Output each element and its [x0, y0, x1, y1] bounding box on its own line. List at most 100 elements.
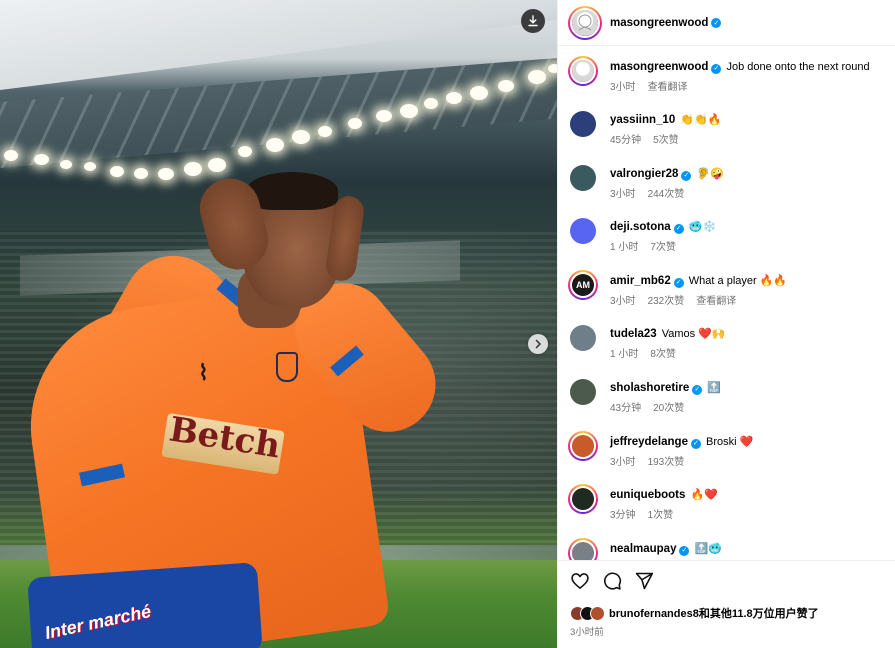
comment-likes-count[interactable]: 1次赞 [648, 510, 674, 521]
comment-likes-count[interactable]: 244次赞 [648, 189, 685, 200]
download-button[interactable] [521, 9, 545, 33]
see-translation-link[interactable]: 查看翻译 [696, 296, 736, 307]
stadium-light [110, 166, 124, 177]
comment-likes-count[interactable]: 193次赞 [648, 457, 685, 468]
stadium-light [498, 80, 514, 92]
next-photo-button[interactable] [528, 334, 548, 354]
comment-text: Vamos ❤️🙌 [661, 328, 726, 340]
liker-avatar [590, 605, 605, 621]
comment-likes-count[interactable]: 20次赞 [653, 403, 684, 414]
comment-text: What a player 🔥🔥 [688, 275, 788, 287]
action-bar: bruno​fernandes8和其他11.8万位用户赞了 3小时前 [558, 560, 895, 648]
stadium-light [266, 138, 284, 152]
caption-text: Job done onto the next round [726, 61, 870, 73]
comment-time[interactable]: 3分钟 [610, 510, 636, 521]
comment-item: euniqueboots 🔥❤️ 3分钟 1次赞 [568, 484, 890, 521]
comment-username[interactable]: sholashoretire [610, 382, 689, 394]
comment-button[interactable] [602, 571, 624, 593]
comment-username[interactable]: euniqueboots [610, 489, 685, 501]
post-photo[interactable]: ⌇ Betch Inter marché [0, 0, 557, 648]
comment-item: nealmaupay ✓ 🔝🥶 [568, 538, 890, 560]
commenter-avatar[interactable] [570, 165, 596, 191]
verified-badge-icon: ✓ [711, 64, 722, 74]
likes-summary-text: bruno​fernandes8和其他11.8万位用户赞了 [609, 608, 819, 620]
comment-username[interactable]: tudela23 [610, 328, 657, 340]
comment-likes-count[interactable]: 7次赞 [650, 242, 676, 253]
verified-badge-icon: ✓ [673, 224, 684, 234]
author-username[interactable]: masongreenwood [610, 17, 708, 29]
stadium-light [470, 86, 488, 100]
verified-badge-icon: ✓ [681, 171, 692, 181]
verified-badge-icon: ✓ [711, 17, 722, 28]
commenter-avatar[interactable] [570, 379, 596, 405]
comment-icon [604, 572, 622, 590]
comment-item: deji.sotona ✓ 🥶❄️ 1 小时 7次赞 [568, 216, 890, 253]
comment-text: 👏👏🔥 [680, 114, 722, 126]
author-avatar [572, 9, 598, 36]
verified-badge-icon: ✓ [679, 546, 690, 556]
caption-username[interactable]: masongreenwood [610, 61, 708, 73]
stadium-light [158, 168, 174, 180]
commenter-avatar[interactable] [570, 325, 596, 351]
club-crest [276, 352, 298, 382]
verified-badge-icon: ✓ [673, 278, 684, 288]
post-timestamp[interactable]: 3小时前 [570, 624, 604, 638]
comment-username[interactable]: valrongier28 [610, 168, 678, 180]
liker-avatars [570, 605, 605, 621]
heart-icon [571, 573, 589, 589]
stadium-light [548, 64, 557, 73]
comment-text: 🔥❤️ [690, 489, 718, 501]
like-button[interactable] [570, 571, 592, 593]
comment-text: Broski ❤️ [706, 436, 754, 448]
stadium-light [34, 154, 49, 165]
stadium-light [84, 162, 96, 171]
comment-time[interactable]: 45分钟 [610, 135, 641, 146]
share-button[interactable] [634, 571, 656, 593]
post-panel: masongreenwood ✓ masongreenwood ✓ Job don… [557, 0, 895, 648]
comment-item: sholashoretire ✓ 🔝 43分钟 20次赞 [568, 377, 890, 414]
comment-likes-count[interactable]: 5次赞 [653, 135, 679, 146]
comment-username[interactable]: nealmaupay [610, 543, 676, 555]
commenter-avatar[interactable]: AM [572, 274, 594, 296]
comment-text: 🦻🤪 [696, 168, 724, 180]
commenter-avatar[interactable] [570, 218, 596, 244]
comment-item: yassiinn_10 👏👏🔥 45分钟 5次赞 [568, 109, 890, 146]
stadium-light [424, 98, 438, 109]
comment-text: 🔝🥶 [694, 543, 722, 555]
stadium-light [318, 126, 332, 137]
comment-time[interactable]: 3小时 [610, 189, 636, 200]
comments-list[interactable]: masongreenwood ✓ Job done onto the next r… [558, 46, 895, 560]
verified-badge-icon: ✓ [690, 439, 701, 449]
verified-badge-icon: ✓ [692, 385, 703, 395]
stadium-light [376, 110, 392, 122]
likes-summary[interactable]: bruno​fernandes8和其他11.8万位用户赞了 [570, 605, 819, 621]
comment-item: valrongier28 ✓ 🦻🤪 3小时 244次赞 [568, 163, 890, 200]
comment-item: AM amir_mb62 ✓ What a player 🔥🔥 3小时 232次赞查… [568, 270, 890, 307]
stadium-light [400, 104, 418, 118]
commenter-avatar[interactable] [572, 435, 594, 457]
stadium-light [348, 118, 362, 129]
comment-time[interactable]: 3小时 [610, 457, 636, 468]
comment-likes-count[interactable]: 8次赞 [650, 349, 676, 360]
commenter-avatar[interactable] [570, 111, 596, 137]
comment-item: jeffreydelange ✓ Broski ❤️ 3小时 193次赞 [568, 431, 890, 468]
comment-time[interactable]: 43分钟 [610, 403, 641, 414]
commenter-avatar[interactable] [572, 542, 594, 560]
comment-username[interactable]: deji.sotona [610, 221, 671, 233]
commenter-avatar[interactable] [572, 488, 594, 510]
kit-brand-logo: ⌇ [198, 360, 209, 385]
author-avatar-ring[interactable] [568, 5, 602, 40]
comment-likes-count[interactable]: 232次赞 [648, 296, 685, 307]
see-translation-link[interactable]: 查看翻译 [648, 82, 688, 93]
comment-time[interactable]: 1 小时 [610, 349, 638, 360]
comment-text: 🔝 [707, 382, 722, 394]
comment-username[interactable]: jeffreydelange [610, 436, 688, 448]
avatar-initials: AM [576, 280, 590, 290]
comment-username[interactable]: amir_mb62 [610, 275, 671, 287]
comment-time[interactable]: 1 小时 [610, 242, 638, 253]
comment-username[interactable]: yassiinn_10 [610, 114, 675, 126]
post-viewer: ⌇ Betch Inter marché masongreenwood ✓ ma… [0, 0, 895, 648]
comment-text: 🥶❄️ [688, 221, 717, 233]
author-avatar[interactable] [572, 60, 594, 82]
comment-time[interactable]: 3小时 [610, 296, 636, 307]
